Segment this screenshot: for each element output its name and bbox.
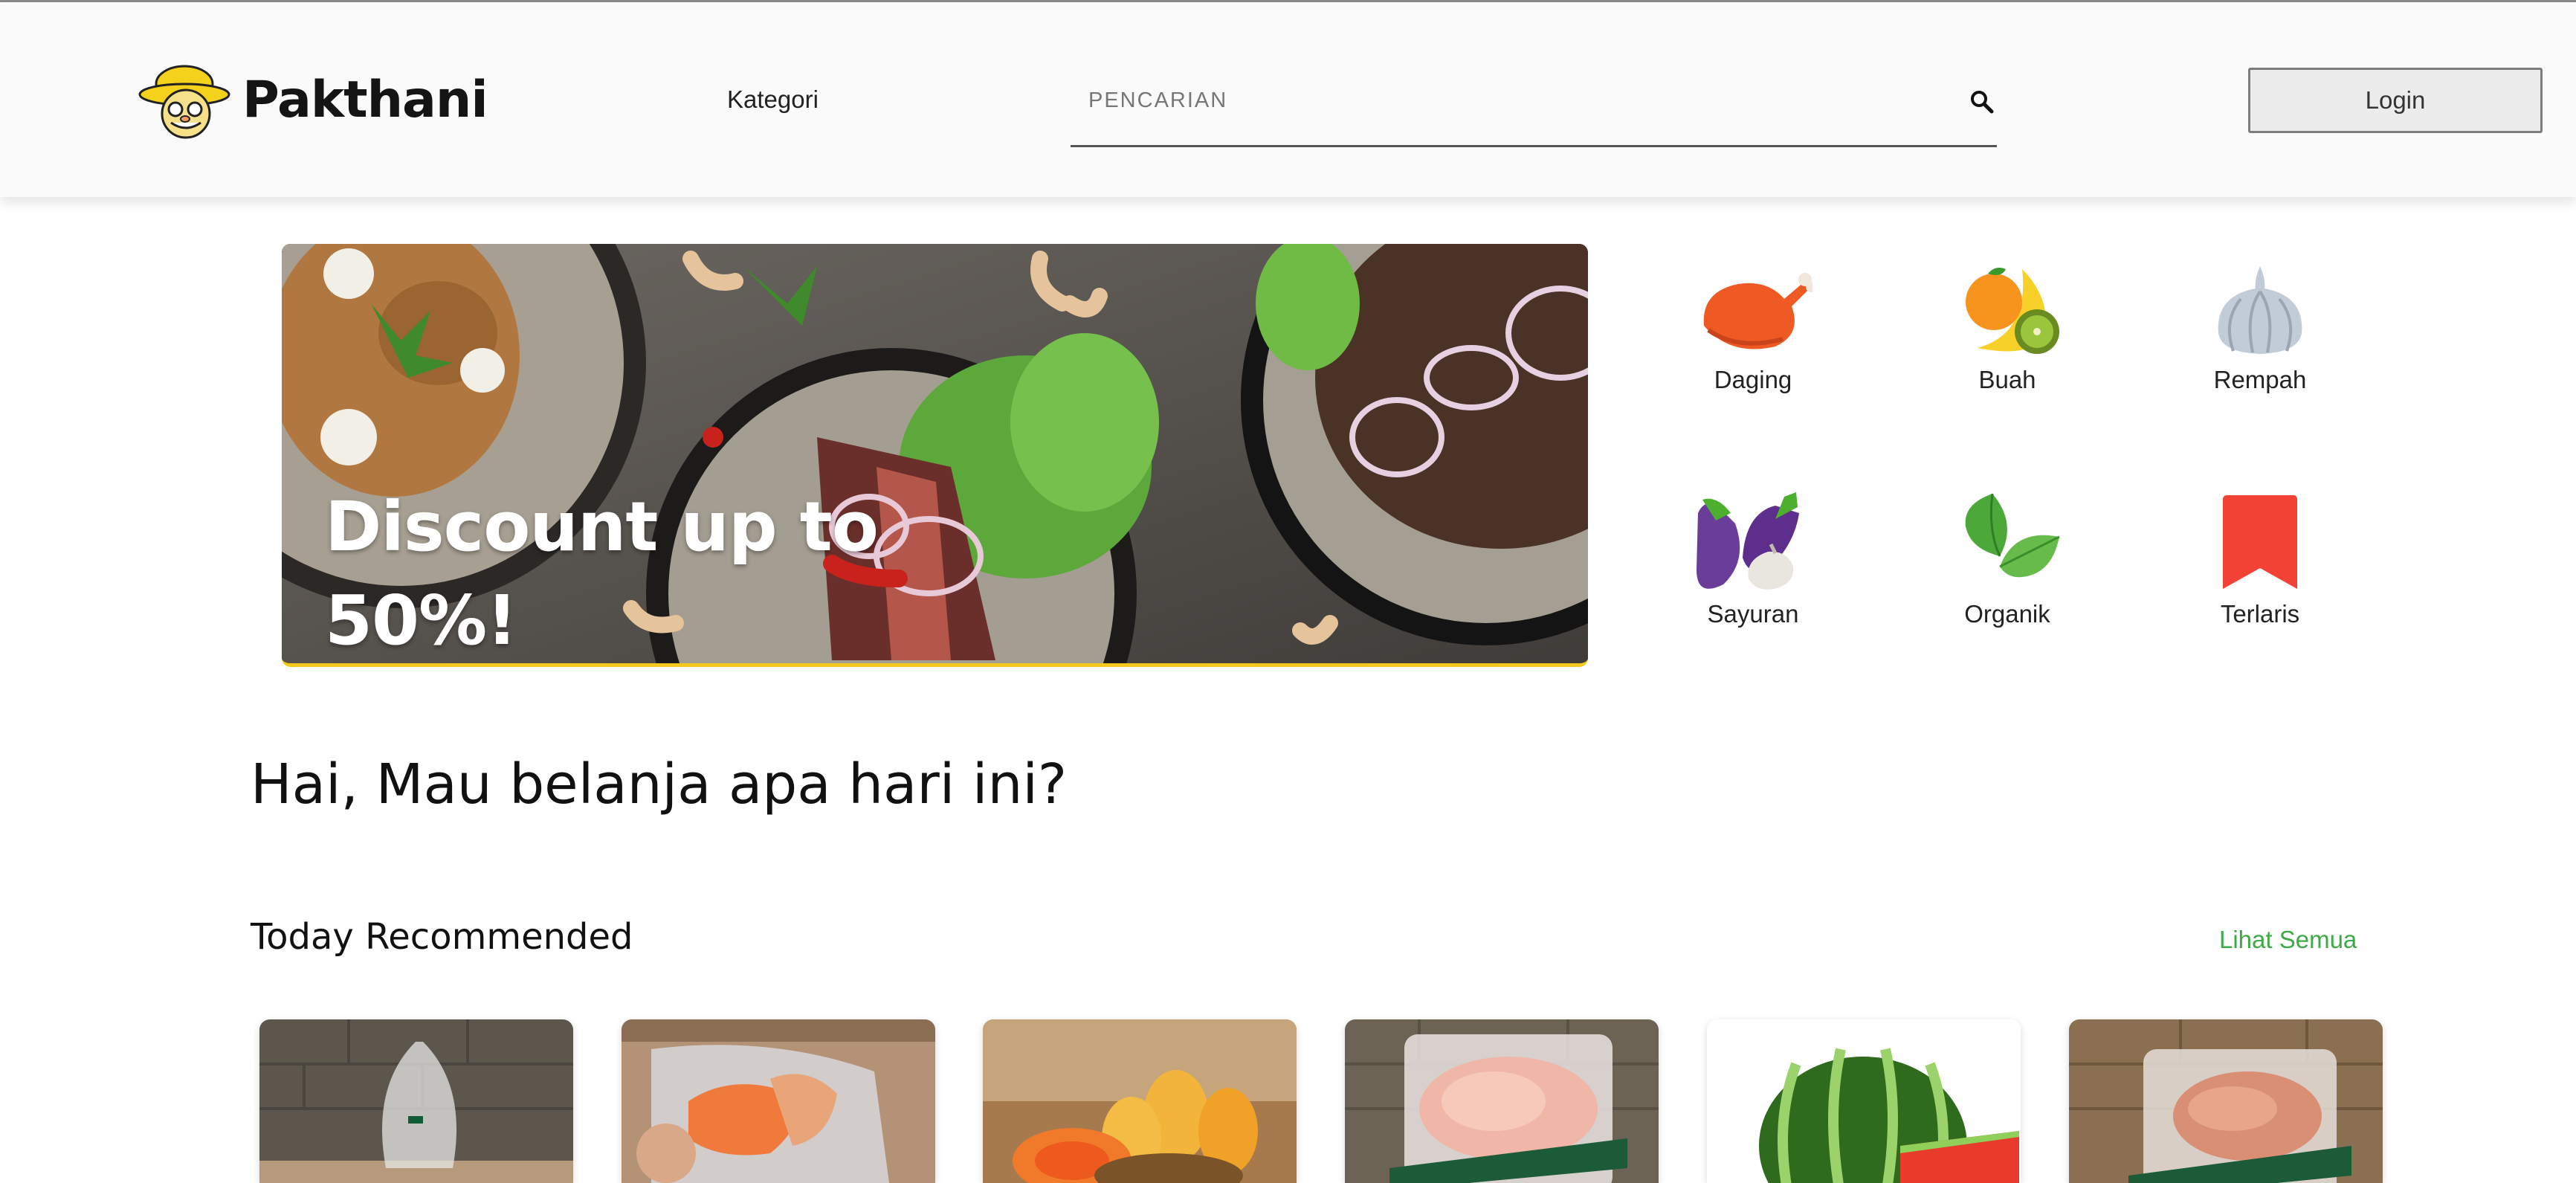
fruit-icon [1966,268,2059,354]
bookmark-icon [2223,495,2297,589]
meat-icon [1703,273,1812,349]
product-image [2069,1019,2383,1183]
product-image [1707,1019,2021,1183]
brand-name[interactable]: Pakthani [242,71,488,129]
search-icon[interactable] [1967,87,1997,117]
leaf-icon [1965,493,2060,578]
vegetable-icon [1697,492,1799,590]
category-label: Terlaris [2220,600,2300,628]
category-label: Rempah [2213,366,2307,393]
category-rempah[interactable]: Rempah [2178,262,2342,394]
category-label: Organik [1964,600,2050,628]
product-image [259,1019,573,1183]
nav-kategori-link[interactable]: Kategori [727,86,819,114]
category-sayuran[interactable]: Sayuran [1671,492,1835,628]
login-button[interactable]: Login [2248,68,2543,133]
banner-headline-line1: Discount up to [325,487,879,567]
banner-headline-line2: 50%! [325,581,517,660]
search-input[interactable] [1071,74,1925,127]
section-title-today-recommended: Today Recommended [251,916,633,958]
product-image [1345,1019,1659,1183]
garlic-icon [2218,266,2302,354]
product-card[interactable] [983,1019,1297,1183]
header: Pakthani Kategori Login [0,2,2576,197]
banner-headline: Discount up to 50%! [325,480,964,663]
product-card[interactable] [259,1019,573,1183]
product-card[interactable] [622,1019,935,1183]
product-card[interactable] [2069,1019,2383,1183]
category-label: Daging [1714,366,1792,393]
farmer-logo-icon[interactable] [138,62,232,142]
see-all-link[interactable]: Lihat Semua [2219,926,2357,954]
category-terlaris[interactable]: Terlaris [2178,492,2342,628]
category-buah[interactable]: Buah [1925,262,2089,394]
product-image [622,1019,935,1183]
promo-banner[interactable]: Discount up to 50%! [282,244,1588,667]
product-card[interactable] [1345,1019,1659,1183]
greeting-heading: Hai, Mau belanja apa hari ini? [251,752,1068,816]
category-label: Buah [1978,366,2036,393]
category-daging[interactable]: Daging [1671,262,1835,394]
category-label: Sayuran [1707,600,1799,628]
product-image [983,1019,1297,1183]
product-card[interactable] [1707,1019,2021,1183]
category-organik[interactable]: Organik [1925,492,2089,628]
search-bar [1071,74,1997,147]
